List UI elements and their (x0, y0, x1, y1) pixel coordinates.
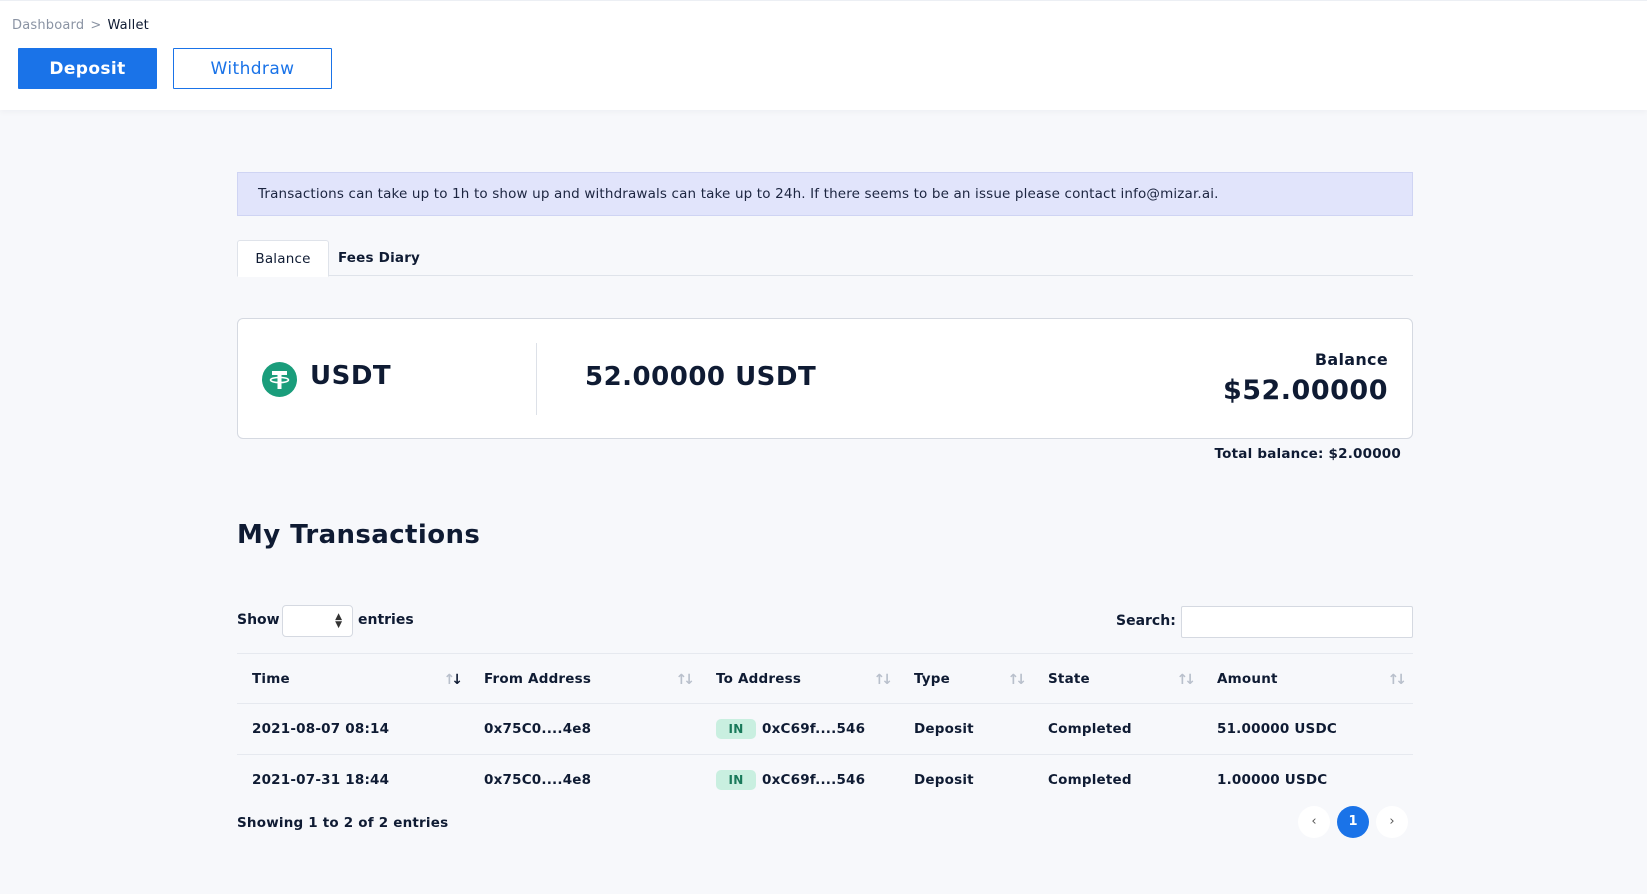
column-label: State (1048, 670, 1090, 687)
cell-type: Deposit (914, 772, 974, 789)
column-amount[interactable]: Amount ↑↓ (1202, 653, 1413, 704)
deposit-button[interactable]: Deposit (18, 48, 157, 89)
show-label: Show (237, 612, 280, 628)
transactions-table: Time ↑↓ From Address ↑↓ To Address ↑↓ Type ↑… (237, 653, 1413, 806)
cell-type: Deposit (899, 703, 1033, 755)
sort-icon: ↑↓ (1387, 672, 1408, 688)
info-notice: Transactions can take up to 1h to show u… (237, 172, 1413, 216)
column-label: To Address (716, 670, 802, 687)
pagination-next-button[interactable]: › (1376, 806, 1408, 838)
breadcrumb: Dashboard > Wallet (12, 18, 149, 33)
column-label: From Address (484, 670, 592, 687)
search-label: Search: (1116, 613, 1176, 629)
column-from-address[interactable]: From Address ↑↓ (469, 653, 701, 704)
column-label: Type (914, 670, 951, 687)
coin-amount: 52.00000 USDT (585, 362, 817, 392)
cell-from-address: 0x75C0....4e8 (469, 703, 701, 755)
cell-amount: 1.00000 USDC (1217, 772, 1328, 789)
breadcrumb-separator: > (90, 18, 102, 33)
in-badge: IN (716, 719, 756, 739)
table-header-row: Time ↑↓ From Address ↑↓ To Address ↑↓ Type ↑… (237, 653, 1413, 704)
entries-select[interactable]: ▲ ▼ (282, 605, 353, 637)
column-time[interactable]: Time ↑↓ (237, 653, 469, 704)
card-divider (536, 343, 537, 415)
cell-state: Completed (1048, 772, 1132, 789)
sort-icon: ↑↓ (443, 672, 463, 688)
sort-icon: ↑↓ (1176, 672, 1197, 688)
balance-card: USDT 52.00000 USDT Balance $52.00000 (237, 318, 1413, 439)
cell-from-address: 0x75C0....4e8 (484, 772, 592, 789)
cell-to-address: IN 0xC69f....546 (701, 703, 899, 755)
coin-name: USDT (310, 361, 392, 391)
table-row: 2021-08-07 08:14 0x75C0....4e8 IN 0xC69f.… (237, 703, 1413, 755)
balance-value: $52.00000 (1222, 375, 1388, 406)
tab-fees-diary[interactable]: Fees Diary (329, 240, 429, 277)
tether-icon (262, 362, 297, 397)
column-label: Amount (1217, 670, 1278, 687)
column-to-address[interactable]: To Address ↑↓ (701, 653, 899, 704)
to-address: 0xC69f....546 (762, 772, 866, 789)
tab-balance[interactable]: Balance (237, 240, 329, 277)
showing-entries-info: Showing 1 to 2 of 2 entries (237, 815, 449, 831)
cell-to-address: IN 0xC69f....546 (701, 755, 899, 806)
column-label: Time (252, 670, 290, 687)
pagination-prev-button[interactable]: ‹ (1298, 806, 1330, 838)
pagination-page-1[interactable]: 1 (1337, 806, 1369, 838)
cell-time: 2021-08-07 08:14 (237, 703, 469, 755)
table-row: 2021-07-31 18:44 0x75C0....4e8 IN 0xC69f.… (237, 755, 1413, 806)
cell-state: Completed (1033, 703, 1202, 755)
breadcrumb-current: Wallet (107, 18, 149, 33)
column-state[interactable]: State ↑↓ (1033, 653, 1202, 704)
balance-label: Balance (1314, 350, 1388, 369)
breadcrumb-dashboard-link[interactable]: Dashboard (12, 18, 84, 33)
wallet-tabs: Balance Fees Diary (237, 240, 1413, 277)
column-type[interactable]: Type ↑↓ (899, 653, 1033, 704)
withdraw-button[interactable]: Withdraw (173, 48, 332, 89)
updown-icon: ▲ ▼ (335, 612, 342, 630)
in-badge: IN (716, 770, 756, 791)
sort-icon: ↑↓ (675, 672, 696, 688)
search-input[interactable] (1181, 606, 1413, 638)
cell-amount: 51.00000 USDC (1202, 703, 1413, 755)
sort-icon: ↑↓ (1007, 672, 1028, 688)
sort-icon: ↑↓ (873, 672, 894, 688)
entries-label: entries (358, 612, 414, 628)
top-bar: Dashboard > Wallet Deposit Withdraw (0, 0, 1647, 110)
transactions-title: My Transactions (237, 520, 481, 550)
total-balance: Total balance: $2.00000 (1214, 446, 1401, 462)
to-address: 0xC69f....546 (762, 721, 866, 737)
cell-time: 2021-07-31 18:44 (252, 772, 390, 789)
